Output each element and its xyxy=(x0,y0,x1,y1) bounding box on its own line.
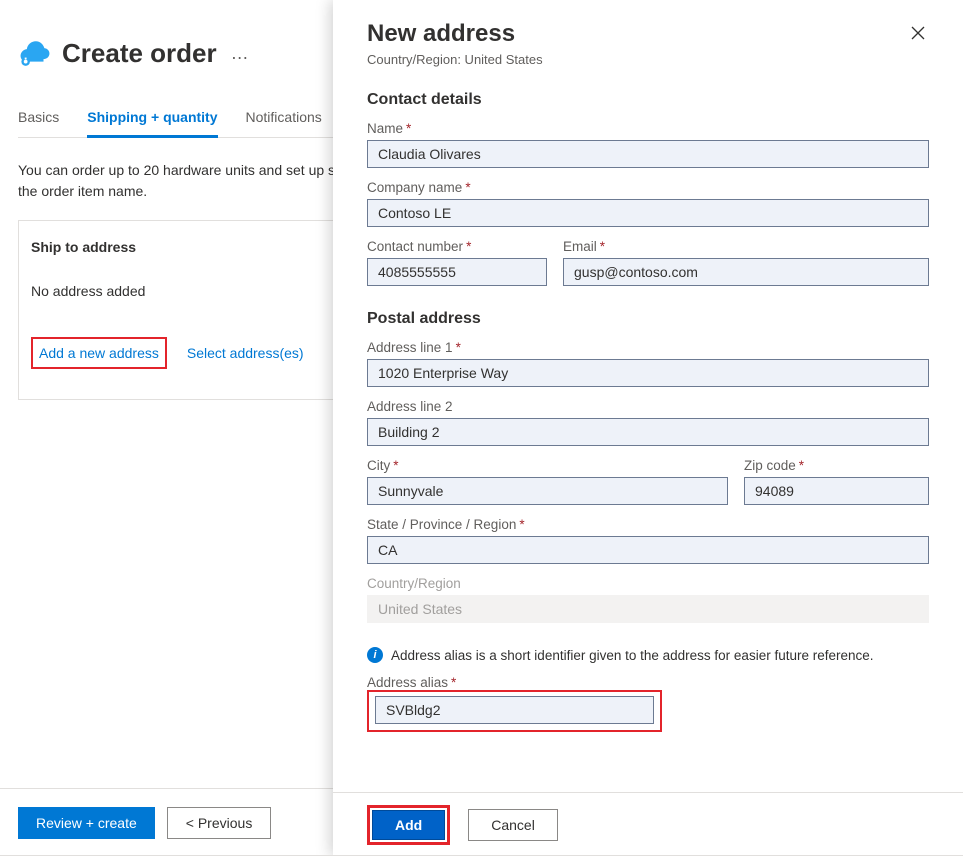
tab-shipping-quantity[interactable]: Shipping + quantity xyxy=(87,109,217,138)
new-address-panel: New address Country/Region: United State… xyxy=(333,0,963,856)
company-label: Company name* xyxy=(367,180,929,195)
address-line-1-label: Address line 1* xyxy=(367,340,929,355)
page-title: Create order xyxy=(62,38,217,69)
city-field[interactable] xyxy=(367,477,728,505)
alias-info-text: Address alias is a short identifier give… xyxy=(391,648,874,663)
select-addresses-link[interactable]: Select address(es) xyxy=(187,345,304,361)
previous-button[interactable]: < Previous xyxy=(167,807,272,839)
panel-footer: Add Cancel xyxy=(333,792,963,856)
address-alias-label: Address alias* xyxy=(367,675,929,690)
contact-number-label: Contact number* xyxy=(367,239,547,254)
address-line-2-label: Address line 2 xyxy=(367,399,929,414)
add-button[interactable]: Add xyxy=(372,810,445,840)
tab-basics[interactable]: Basics xyxy=(18,109,59,137)
tab-notifications[interactable]: Notifications xyxy=(246,109,322,137)
email-field[interactable] xyxy=(563,258,929,286)
address-line-2-field[interactable] xyxy=(367,418,929,446)
review-create-button[interactable]: Review + create xyxy=(18,807,155,839)
company-field[interactable] xyxy=(367,199,929,227)
name-field[interactable] xyxy=(367,140,929,168)
postal-address-heading: Postal address xyxy=(367,310,929,328)
state-field[interactable] xyxy=(367,536,929,564)
name-label: Name* xyxy=(367,121,929,136)
country-label: Country/Region xyxy=(367,576,929,591)
address-alias-field[interactable] xyxy=(375,696,654,724)
contact-details-heading: Contact details xyxy=(367,91,929,109)
state-label: State / Province / Region* xyxy=(367,517,929,532)
zip-label: Zip code* xyxy=(744,458,929,473)
country-field: United States xyxy=(367,595,929,623)
azure-cloud-icon xyxy=(18,39,52,69)
close-icon[interactable] xyxy=(907,24,929,47)
address-line-1-field[interactable] xyxy=(367,359,929,387)
contact-number-field[interactable] xyxy=(367,258,547,286)
panel-title: New address xyxy=(367,20,543,48)
panel-subtitle: Country/Region: United States xyxy=(367,52,543,67)
add-new-address-link[interactable]: Add a new address xyxy=(39,345,159,361)
more-actions-button[interactable]: … xyxy=(231,43,250,64)
zip-field[interactable] xyxy=(744,477,929,505)
info-icon: i xyxy=(367,647,383,663)
city-label: City* xyxy=(367,458,728,473)
cancel-button[interactable]: Cancel xyxy=(468,809,558,841)
email-label: Email* xyxy=(563,239,929,254)
